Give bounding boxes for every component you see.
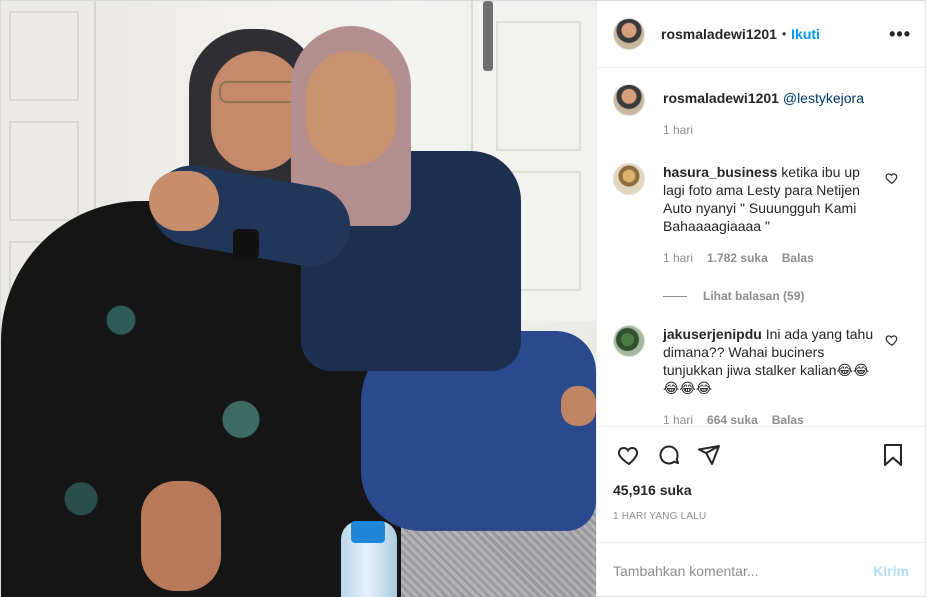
photo-bottle-cap xyxy=(351,521,385,543)
post-side-panel: rosmaladewi1201 • Ikuti ••• rosmaladewi1… xyxy=(596,1,925,597)
caption-mention[interactable]: @lestykejora xyxy=(783,90,864,106)
view-replies-button[interactable]: Lihat balasan (59) xyxy=(663,289,909,303)
comments-list[interactable]: rosmaladewi1201 @lestykejora 1 hari hasu… xyxy=(597,68,925,426)
view-replies-label[interactable]: Lihat balasan (59) xyxy=(703,289,804,303)
caption-time[interactable]: 1 hari xyxy=(663,121,693,139)
heart-icon xyxy=(617,446,639,465)
like-button[interactable] xyxy=(609,435,649,475)
comment-meta: 1 hari 664 suka Balas xyxy=(663,411,881,426)
reply-button[interactable]: Balas xyxy=(782,249,814,267)
header-separator: • xyxy=(781,27,787,41)
photo-door-panel xyxy=(496,21,581,151)
bookmark-icon xyxy=(884,443,902,466)
comment-username[interactable]: jakuserjenipdu xyxy=(663,326,762,342)
photo-door-panel xyxy=(9,11,79,101)
comment-likes[interactable]: 664 suka xyxy=(707,411,758,426)
photo-watch xyxy=(233,229,259,259)
caption-meta: 1 hari xyxy=(663,121,909,139)
comment-body: hasura_business ketika ibu up lagi foto … xyxy=(663,163,909,267)
post-container: rosmaladewi1201 • Ikuti ••• rosmaladewi1… xyxy=(0,0,926,597)
comment-item: hasura_business ketika ibu up lagi foto … xyxy=(613,163,909,267)
caption-avatar[interactable] xyxy=(613,84,645,116)
photo-person-right-hand xyxy=(149,171,219,231)
photo-person-left-hand xyxy=(141,481,221,591)
caption-username[interactable]: rosmaladewi1201 xyxy=(663,90,779,106)
comment-like-heart-icon[interactable] xyxy=(885,171,899,185)
comment-meta: 1 hari 1.782 suka Balas xyxy=(663,249,881,267)
likes-count[interactable]: 45,916 suka xyxy=(597,482,925,504)
post-comment-button[interactable]: Kirim xyxy=(873,563,909,579)
photo-foot xyxy=(561,386,596,426)
comment-likes[interactable]: 1.782 suka xyxy=(707,249,768,267)
photo-door-handle xyxy=(483,1,493,71)
more-options-icon[interactable]: ••• xyxy=(889,24,911,45)
post-timestamp[interactable]: 1 HARI YANG LALU xyxy=(597,504,925,542)
reply-button[interactable]: Balas xyxy=(772,411,804,426)
comment-avatar[interactable] xyxy=(613,325,645,357)
caption: rosmaladewi1201 @lestykejora 1 hari xyxy=(613,84,909,139)
follow-button[interactable]: Ikuti xyxy=(791,26,820,42)
post-header: rosmaladewi1201 • Ikuti ••• xyxy=(597,1,925,68)
author-avatar[interactable] xyxy=(613,18,645,50)
share-button[interactable] xyxy=(689,435,729,475)
replies-line xyxy=(663,295,687,297)
caption-body: rosmaladewi1201 @lestykejora 1 hari xyxy=(663,84,909,139)
share-icon xyxy=(698,444,720,465)
photo-person-right-face xyxy=(306,51,396,166)
comment-avatar[interactable] xyxy=(613,163,645,195)
save-button[interactable] xyxy=(873,435,913,475)
add-comment-bar: Kirim xyxy=(597,542,925,597)
comment-icon xyxy=(659,445,679,464)
post-actions xyxy=(597,426,925,482)
author-username[interactable]: rosmaladewi1201 xyxy=(661,26,777,42)
comment-time[interactable]: 1 hari xyxy=(663,249,693,267)
comment-body: jakuserjenipdu Ini ada yang tahu dimana?… xyxy=(663,325,909,426)
comment-item: jakuserjenipdu Ini ada yang tahu dimana?… xyxy=(613,325,909,426)
photo-person-left-face xyxy=(211,51,303,171)
comment-like-heart-icon[interactable] xyxy=(885,333,899,347)
photo-door-panel xyxy=(9,121,79,221)
comment-button[interactable] xyxy=(649,435,689,475)
comment-username[interactable]: hasura_business xyxy=(663,164,777,180)
post-photo[interactable] xyxy=(1,1,596,597)
comment-time[interactable]: 1 hari xyxy=(663,411,693,426)
comment-input[interactable] xyxy=(613,562,866,579)
